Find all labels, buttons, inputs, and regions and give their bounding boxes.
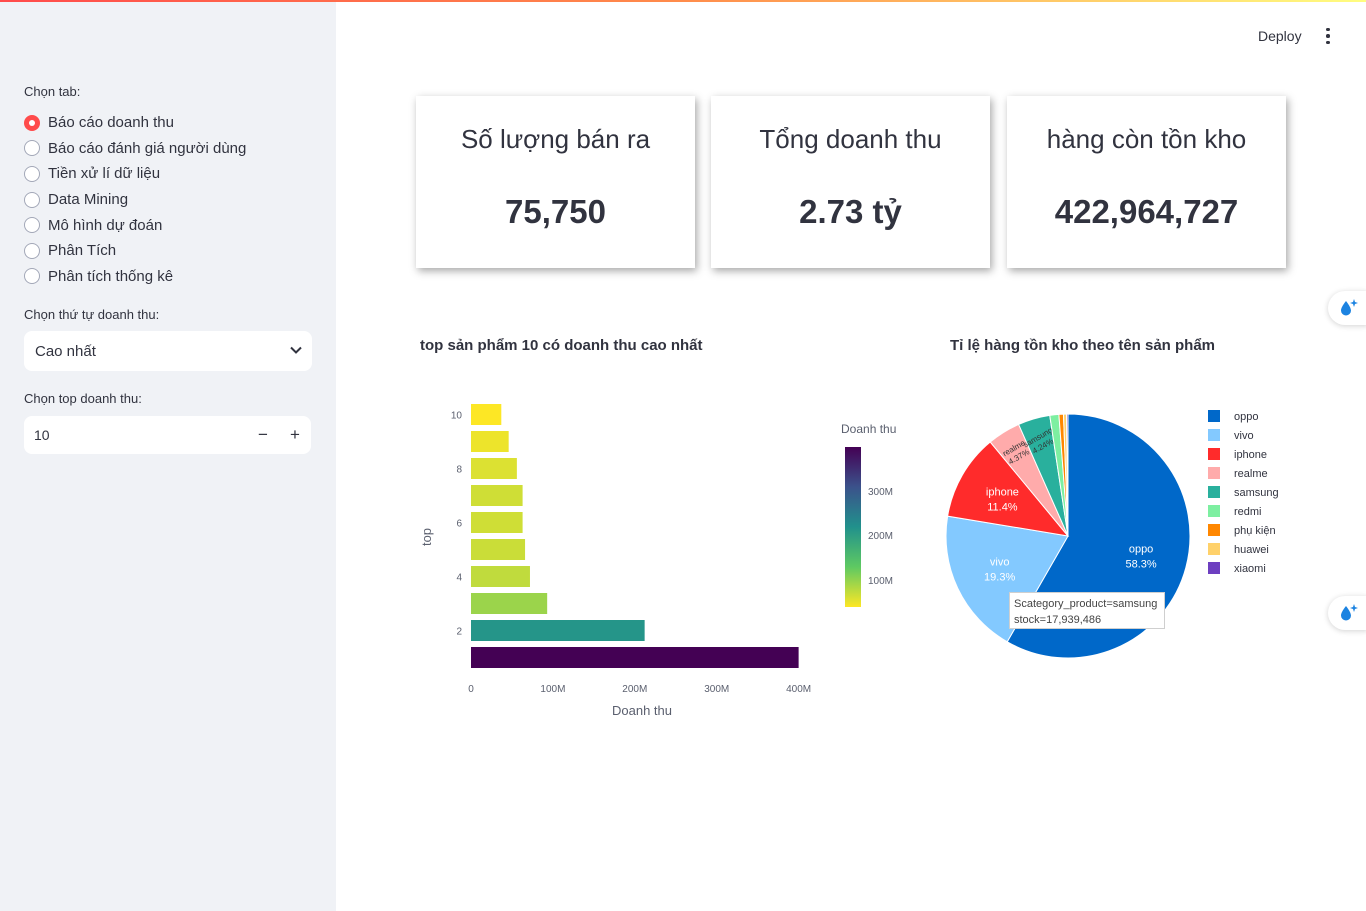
bar-x-tick: 400M [786,684,811,695]
radio-label: Phân tích thống kê [48,267,174,285]
legend-swatch[interactable] [1208,505,1220,517]
bar-top-9[interactable] [471,431,509,452]
legend-label[interactable]: xiaomi [1234,563,1266,575]
metric-title: hàng còn tồn kho [1046,124,1247,154]
deploy-button[interactable]: Deploy [1250,26,1310,46]
sparkle-water-drop-icon[interactable] [1328,291,1366,325]
legend-label[interactable]: samsung [1234,487,1279,499]
legend-swatch[interactable] [1208,429,1220,441]
increment-button[interactable]: + [279,416,311,454]
legend-label[interactable]: vivo [1234,430,1254,442]
metric-card-sold: Số lượng bán ra 75,750 [416,96,695,268]
bar-x-tick: 200M [622,684,647,695]
top-number-label: Chọn top doanh thu: [24,391,142,406]
bar-top-2[interactable] [471,620,645,641]
legend-swatch[interactable] [1208,410,1220,422]
metric-value: 422,964,727 [1054,193,1239,230]
bar-x-tick: 100M [540,684,565,695]
bar-y-axis-label: top [419,528,434,546]
metric-value: 75,750 [505,193,606,230]
colorbar [845,447,861,607]
radio-mo-hinh-du-doan[interactable]: Mô hình dự đoán [24,212,246,238]
metric-title: Tổng doanh thu [759,124,942,154]
colorbar-tick: 300M [868,487,893,498]
metric-card-stock: hàng còn tồn kho 422,964,727 [1007,96,1286,268]
top-number-input-wrapper: − + [24,416,311,454]
legend-swatch[interactable] [1208,448,1220,460]
legend-label[interactable]: redmi [1234,506,1262,518]
metric-value: 2.73 tỷ [799,193,902,230]
bar-y-tick: 10 [451,411,463,422]
bar-x-tick: 300M [704,684,729,695]
bar-top-5[interactable] [471,539,526,560]
bar-top-8[interactable] [471,458,517,479]
radio-unchecked-icon [24,165,40,182]
radio-phan-tich[interactable]: Phân Tích [24,238,246,264]
legend-swatch[interactable] [1208,486,1220,498]
bar-y-tick: 6 [456,519,462,530]
pie-chart-title: Tỉ lệ hàng tồn kho theo tên sản phẩm [950,337,1216,354]
colorbar-tick: 100M [868,576,893,587]
tooltip-line: stock=17,939,486 [1014,614,1102,626]
main-menu-kebab-icon[interactable] [1318,26,1338,46]
bar-chart: 0 100M 200M 300M 400M 2 4 6 8 10 Doanh thu 100M 2… [419,404,896,718]
legend-swatch[interactable] [1208,543,1220,555]
radio-unchecked-icon [24,191,40,208]
radio-label: Tiền xử lí dữ liệu [48,165,161,183]
sidebar: Chọn tab: Báo cáo doanh thu Báo cáo đánh… [0,2,336,911]
tooltip-line: Scategory_product=samsung [1014,598,1158,610]
legend-label[interactable]: oppo [1234,411,1258,423]
radio-label: Báo cáo doanh thu [48,114,174,132]
colorbar-title: Doanh thu [841,422,896,436]
legend-swatch[interactable] [1208,562,1220,574]
tab-radio-group: Báo cáo doanh thu Báo cáo đánh giá người… [24,110,246,289]
order-select-value: Cao nhất [35,342,96,360]
radio-bao-cao-danh-gia[interactable]: Báo cáo đánh giá người dùng [24,136,246,162]
bar-top-10[interactable] [471,404,502,425]
bar-y-tick: 2 [456,627,462,638]
bar-top-7[interactable] [471,485,523,506]
legend-swatch[interactable] [1208,467,1220,479]
radio-tien-xu-li[interactable]: Tiền xử lí dữ liệu [24,161,246,187]
radio-checked-icon [24,114,40,131]
bar-x-axis-label: Doanh thu [612,703,672,718]
metric-title: Số lượng bán ra [460,124,651,154]
bar-chart-title: top sản phẩm 10 có doanh thu cao nhất [420,337,703,354]
chevron-down-icon [290,346,302,356]
pie-hover-tooltip: Scategory_product=samsung stock=17,939,4… [1009,592,1165,629]
legend-label[interactable]: iphone [1234,449,1267,461]
bar-y-tick: 4 [456,573,462,584]
metric-card-revenue: Tổng doanh thu 2.73 tỷ [711,96,990,268]
bar-top-4[interactable] [471,566,530,587]
radio-bao-cao-doanh-thu[interactable]: Báo cáo doanh thu [24,110,246,136]
colorbar-tick: 200M [868,531,893,542]
radio-unchecked-icon [24,140,40,157]
sparkle-water-drop-icon[interactable] [1328,596,1366,630]
top-number-input[interactable] [34,427,247,443]
legend-label[interactable]: realme [1234,468,1268,480]
decrement-button[interactable]: − [247,416,279,454]
radio-label: Phân Tích [48,242,117,260]
radio-unchecked-icon [24,217,40,234]
radio-label: Báo cáo đánh giá người dùng [48,139,247,157]
tab-select-label: Chọn tab: [24,84,81,99]
radio-label: Data Mining [48,191,129,209]
radio-phan-tich-thong-ke[interactable]: Phân tích thống kê [24,264,246,290]
legend-label[interactable]: phụ kiện [1234,525,1276,537]
order-select-label: Chọn thứ tự doanh thu: [24,307,160,322]
radio-unchecked-icon [24,268,40,285]
legend-swatch[interactable] [1208,524,1220,536]
bar-top-3[interactable] [471,593,548,614]
bar-x-tick: 0 [468,684,474,695]
radio-data-mining[interactable]: Data Mining [24,187,246,213]
radio-unchecked-icon [24,242,40,259]
bar-y-tick: 8 [456,465,462,476]
radio-label: Mô hình dự đoán [48,216,163,234]
bar-top-6[interactable] [471,512,523,533]
order-select[interactable]: Cao nhất [24,331,312,371]
pie-chart: oppo 58.3%vivo 19.3%iphone 11.4%realme4.37%… [945,410,1279,659]
bar-top-1[interactable] [471,647,799,668]
legend-label[interactable]: huawei [1234,544,1269,556]
